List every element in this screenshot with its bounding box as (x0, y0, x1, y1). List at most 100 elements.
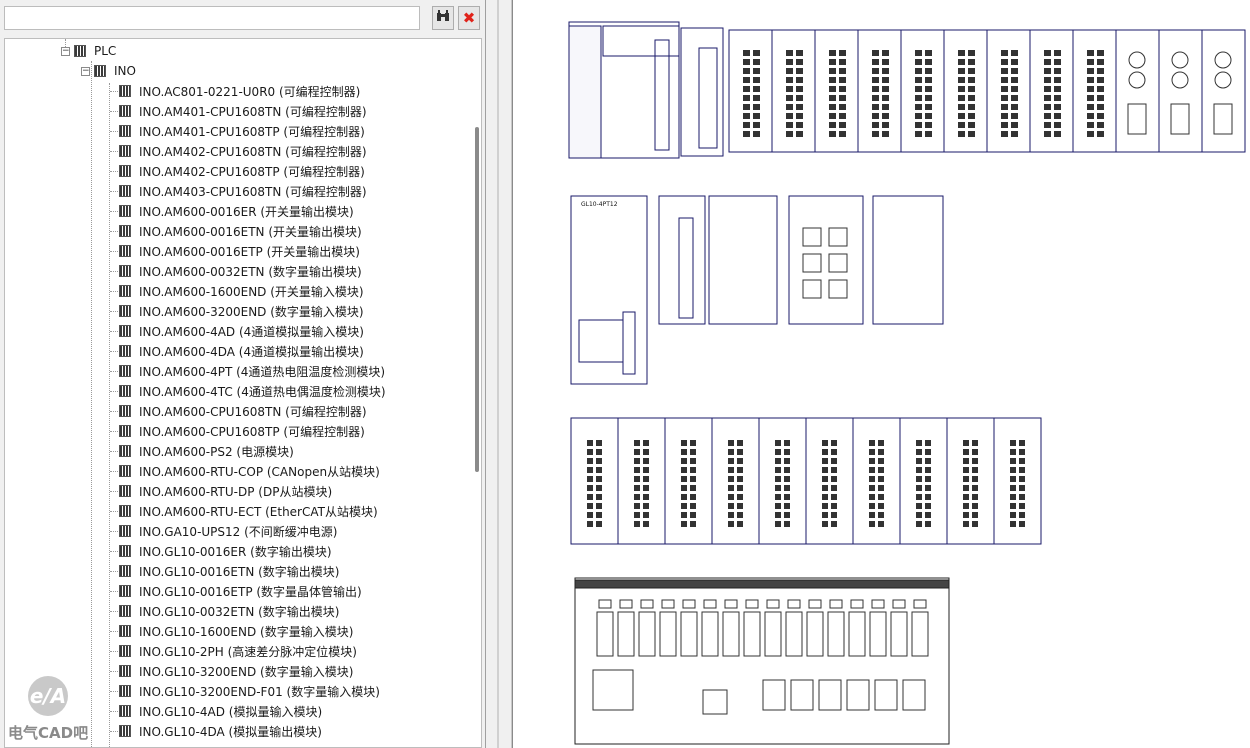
tree-item-label: INO.GA10-UPS12 (不间断缓冲电源) (139, 524, 338, 539)
tree-item-label: INO.GL10-2PH (高速差分脉冲定位模块) (139, 644, 357, 659)
tree-item-label: INO.AM600-0016ER (开关量输出模块) (139, 204, 354, 219)
tree-item[interactable]: INO.AM600-PS2 (电源模块) (119, 441, 294, 461)
module-icon (119, 625, 131, 637)
tree-item-label: INO.AM600-3200END (数字量输入模块) (139, 304, 364, 319)
module-icon (119, 125, 131, 137)
component-tree[interactable]: − PLC − INO INO.AC801-0221-U0R0 (可编程控制器)… (4, 38, 482, 748)
tree-item[interactable]: INO.AM600-0032ETN (数字量输出模块) (119, 261, 362, 281)
search-input[interactable] (4, 6, 420, 30)
tree-item[interactable]: INO.AM600-1600END (开关量输入模块) (119, 281, 364, 301)
tree-item-label: INO.GL10-3200END (数字量输入模块) (139, 664, 354, 679)
tree-item[interactable]: INO.GL10-4DA (模拟量输出模块) (119, 721, 322, 741)
module-icon (119, 185, 131, 197)
tree-item-label: INO.AM402-CPU1608TP (可编程控制器) (139, 164, 365, 179)
tree-item-label: INO.AM401-CPU1608TP (可编程控制器) (139, 124, 365, 139)
tree-item-label: INO.AM600-1600END (开关量输入模块) (139, 284, 364, 299)
tree-node-plc[interactable]: − PLC (61, 41, 116, 61)
tree-node-ino[interactable]: − INO (81, 61, 136, 81)
cad-drawing: GL10-4PT12 (568, 21, 1246, 745)
tree-item[interactable]: INO.GL10-2PH (高速差分脉冲定位模块) (119, 641, 357, 661)
watermark-logo: e/A (28, 676, 68, 716)
tree-item[interactable]: INO.GL10-0016ETN (数字输出模块) (119, 561, 339, 581)
module-icon (119, 725, 131, 737)
tree-item[interactable]: INO.AM600-CPU1608TN (可编程控制器) (119, 401, 367, 421)
tree-item[interactable]: INO.AM600-4TC (4通道热电偶温度检测模块) (119, 381, 386, 401)
tree-item-label: INO.AC801-0221-U0R0 (可编程控制器) (139, 84, 361, 99)
module-icon (119, 425, 131, 437)
tree-item-label: INO.AM600-4DA (4通道模拟量输出模块) (139, 344, 364, 359)
module-icon (119, 505, 131, 517)
tree-item[interactable]: INO.AM600-0016ER (开关量输出模块) (119, 201, 354, 221)
tree-item-label: INO.AM600-RTU-ECT (EtherCAT从站模块) (139, 504, 378, 519)
watermark-text: 电气CAD吧 (8, 724, 89, 742)
scrollbar-thumb[interactable] (475, 127, 479, 472)
collapse-icon[interactable]: − (81, 66, 90, 76)
close-button[interactable]: ✖ (458, 6, 480, 30)
collapse-icon[interactable]: − (61, 46, 70, 56)
tree-node-label: PLC (94, 44, 117, 58)
tree-item[interactable]: INO.GL10-0016ETP (数字量晶体管输出) (119, 581, 362, 601)
tree-item[interactable]: INO.GL10-0016ER (数字输出模块) (119, 541, 332, 561)
module-icon (119, 445, 131, 457)
module-icon (119, 285, 131, 297)
tree-item[interactable]: INO.GL10-3200END (数字量输入模块) (119, 661, 353, 681)
module-icon (74, 45, 86, 57)
tree-item-label: INO.AM401-CPU1608TN (可编程控制器) (139, 104, 367, 119)
module-icon (119, 105, 131, 117)
tree-item[interactable]: INO.AM403-CPU1608TN (可编程控制器) (119, 181, 367, 201)
module-icon (119, 205, 131, 217)
tree-item[interactable]: INO.AM600-3200END (数字量输入模块) (119, 301, 364, 321)
tree-item-label: INO.AM600-PS2 (电源模块) (139, 444, 294, 459)
gl10-label: GL10-4PT12 (581, 201, 618, 208)
tree-item[interactable]: INO.AM600-0016ETP (开关量输出模块) (119, 241, 360, 261)
tree-item-label: INO.AM600-4AD (4通道模拟量输入模块) (139, 324, 364, 339)
tree-item-label: INO.GL10-1600END (数字量输入模块) (139, 624, 354, 639)
tree-item-label: INO.GL10-0016ER (数字输出模块) (139, 544, 332, 559)
tree-item-label: INO.AM600-0016ETN (开关量输出模块) (139, 224, 362, 239)
tree-item-label: INO.AM600-4PT (4通道热电阻温度检测模块) (139, 364, 386, 379)
tree-item-label: INO.GL10-0016ETP (数字量晶体管输出) (139, 584, 362, 599)
tree-item[interactable]: INO.AM402-CPU1608TN (可编程控制器) (119, 141, 367, 161)
close-icon: ✖ (462, 9, 476, 27)
tree-item[interactable]: INO.AM600-RTU-DP (DP从站模块) (119, 481, 332, 501)
binoculars-icon (436, 10, 450, 26)
tree-item-label: INO.GL10-4AD (模拟量输入模块) (139, 704, 323, 719)
module-icon (119, 325, 131, 337)
tree-item[interactable]: INO.AM600-4DA (4通道模拟量输出模块) (119, 341, 364, 361)
tree-item[interactable]: INO.GL10-4AD (模拟量输入模块) (119, 701, 322, 721)
drawing-canvas[interactable]: GL10-4PT12 (512, 0, 1250, 748)
tree-item[interactable]: INO.AM600-RTU-COP (CANopen从站模块) (119, 461, 380, 481)
module-icon (119, 565, 131, 577)
tree-item[interactable]: INO.AM401-CPU1608TP (可编程控制器) (119, 121, 365, 141)
tree-item-label: INO.GL10-3200END-F01 (数字量输入模块) (139, 684, 380, 699)
tree-item-label: INO.AM402-CPU1608TN (可编程控制器) (139, 144, 367, 159)
module-icon (119, 145, 131, 157)
module-icon (119, 685, 131, 697)
tree-item[interactable]: INO.AM600-CPU1608TP (可编程控制器) (119, 421, 365, 441)
tree-item[interactable]: INO.AM600-4PT (4通道热电阻温度检测模块) (119, 361, 385, 381)
tree-item[interactable]: INO.AM402-CPU1608TP (可编程控制器) (119, 161, 365, 181)
watermark: e/A 电气CAD吧 (8, 676, 98, 744)
module-icon (119, 85, 131, 97)
find-button[interactable] (432, 6, 454, 30)
tree-item[interactable]: INO.GA10-UPS12 (不间断缓冲电源) (119, 521, 337, 541)
module-icon (119, 165, 131, 177)
module-icon (119, 665, 131, 677)
tree-item-label: INO.AM600-RTU-COP (CANopen从站模块) (139, 464, 380, 479)
gl10-cpu-outline (570, 195, 648, 385)
tree-item[interactable]: INO.AM401-CPU1608TN (可编程控制器) (119, 101, 367, 121)
module-icon (119, 465, 131, 477)
module-icon (119, 525, 131, 537)
tree-item[interactable]: INO.AM600-0016ETN (开关量输出模块) (119, 221, 362, 241)
panel-splitter[interactable] (486, 0, 512, 748)
module-icon (119, 265, 131, 277)
module-icon (119, 385, 131, 397)
tree-item[interactable]: INO.AC801-0221-U0R0 (可编程控制器) (119, 81, 360, 101)
module-icon (119, 645, 131, 657)
tree-item[interactable]: INO.AM600-RTU-ECT (EtherCAT从站模块) (119, 501, 378, 521)
module-icon (119, 405, 131, 417)
tree-item[interactable]: INO.GL10-1600END (数字量输入模块) (119, 621, 353, 641)
tree-item[interactable]: INO.GL10-0032ETN (数字输出模块) (119, 601, 339, 621)
tree-item[interactable]: INO.AM600-4AD (4通道模拟量输入模块) (119, 321, 364, 341)
tree-item[interactable]: INO.GL10-3200END-F01 (数字量输入模块) (119, 681, 380, 701)
